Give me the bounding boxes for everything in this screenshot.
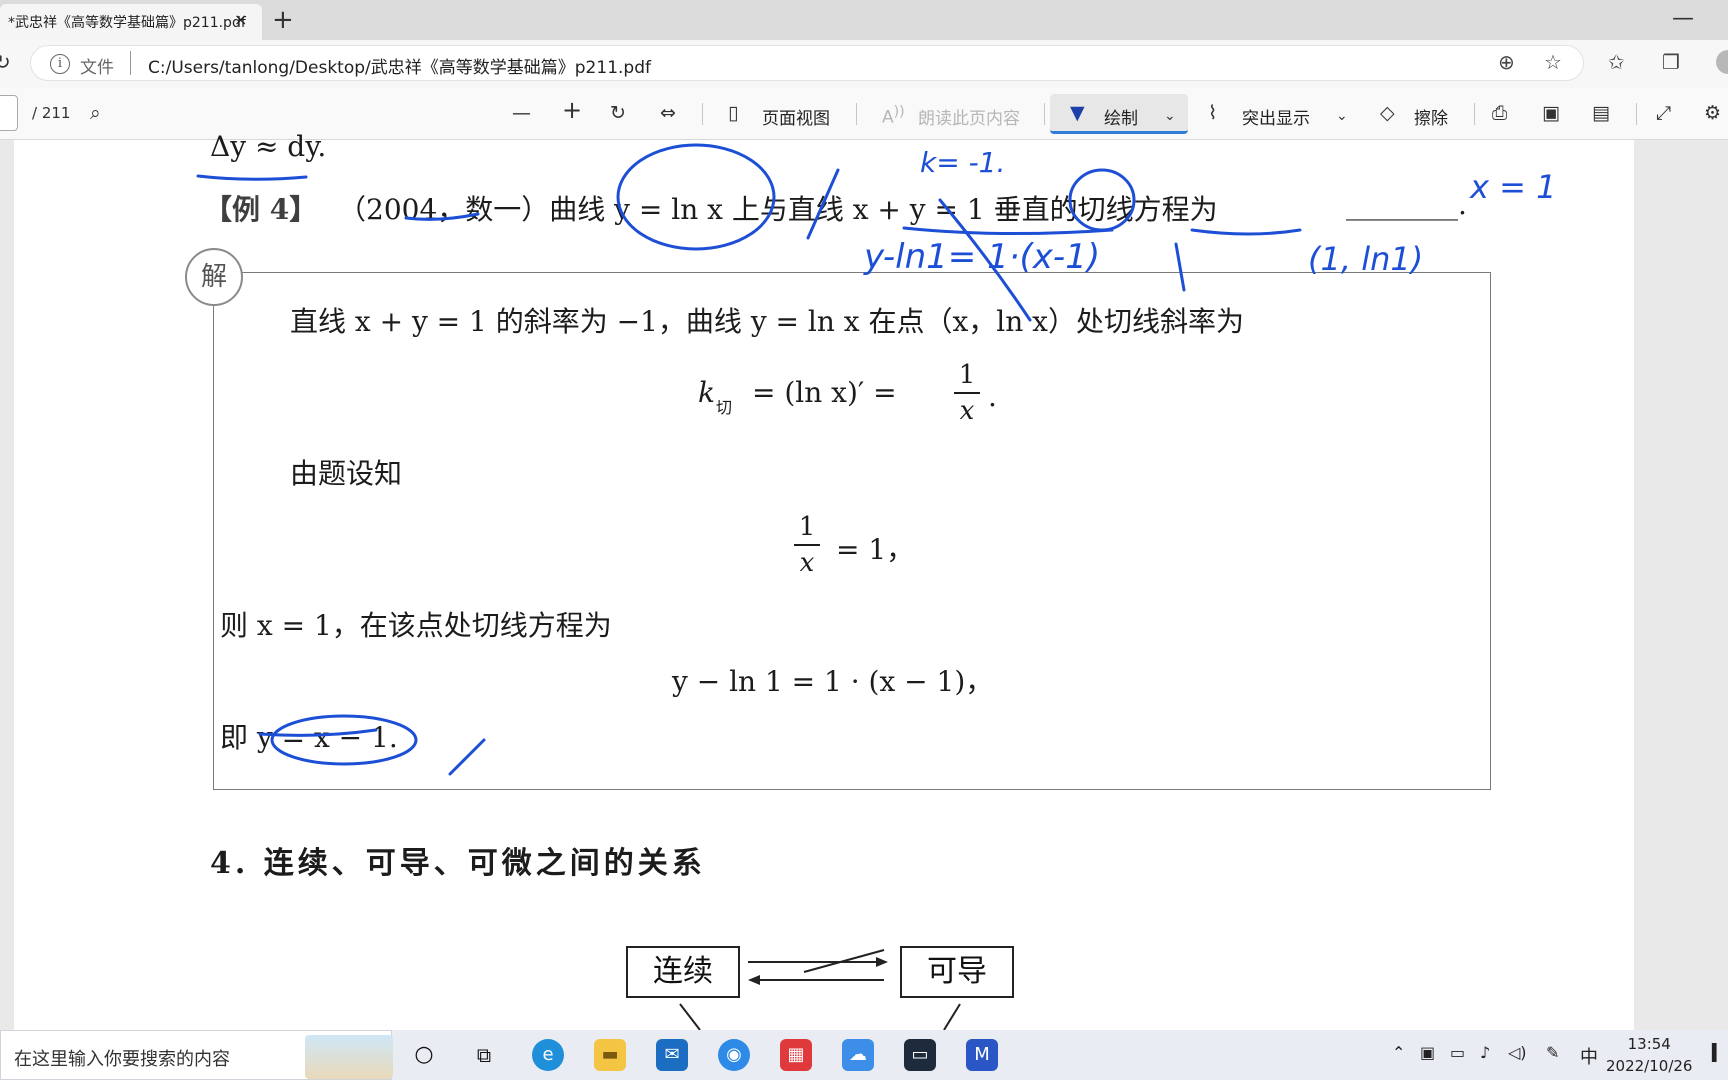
pdf-app-icon[interactable]: M: [966, 1039, 998, 1071]
ink-tangent-note: y-ln1= 1·(x-1): [863, 237, 1100, 277]
camera-app-icon[interactable]: ▭: [904, 1039, 936, 1071]
browser-icon[interactable]: ◉: [718, 1039, 750, 1071]
pen-icon[interactable]: ✎: [1546, 1043, 1559, 1062]
volume-icon[interactable]: ◁): [1508, 1043, 1527, 1062]
battery-icon[interactable]: ▭: [1450, 1043, 1465, 1062]
ink-point-note: (1, ln1): [1308, 240, 1423, 278]
cloud-icon[interactable]: ☁: [842, 1039, 874, 1071]
mail-icon[interactable]: ✉: [656, 1039, 688, 1071]
cortana-icon[interactable]: ○: [408, 1039, 440, 1071]
ink-x-note: x = 1: [1469, 168, 1556, 206]
ink-k-note: k= -1.: [920, 146, 1005, 179]
clock-time: 13:54: [1627, 1035, 1671, 1053]
clock-date: 2022/10/26: [1606, 1057, 1693, 1075]
search-highlight-image: [305, 1035, 393, 1079]
tray-app-icon[interactable]: ▣: [1420, 1043, 1435, 1062]
taskbar-search-placeholder: 在这里输入你要搜索的内容: [14, 1049, 230, 1070]
ime-indicator[interactable]: 中: [1580, 1043, 1598, 1069]
taskbar-search[interactable]: 在这里输入你要搜索的内容: [0, 1030, 393, 1080]
task-view-icon[interactable]: ⧉: [468, 1039, 500, 1071]
taskbar: 在这里输入你要搜索的内容 ○ ⧉ e ▬ ✉ ◉ ▦ ☁ ▭ M ⌃ ▣ ▭ ♪…: [0, 1030, 1728, 1080]
file-explorer-icon[interactable]: ▬: [594, 1039, 626, 1071]
huawei-app-icon[interactable]: ▦: [780, 1039, 812, 1071]
tray-expand-icon[interactable]: ⌃: [1392, 1043, 1405, 1062]
show-desktop-button[interactable]: ▍: [1712, 1043, 1724, 1062]
edge-icon[interactable]: e: [532, 1039, 564, 1071]
ink-annotations: k= -1. x = 1 y-ln1= 1·(x-1) (1, ln1): [196, 143, 1556, 776]
microphone-icon[interactable]: ♪: [1480, 1043, 1490, 1062]
clock[interactable]: 13:54 2022/10/26: [1606, 1033, 1692, 1077]
